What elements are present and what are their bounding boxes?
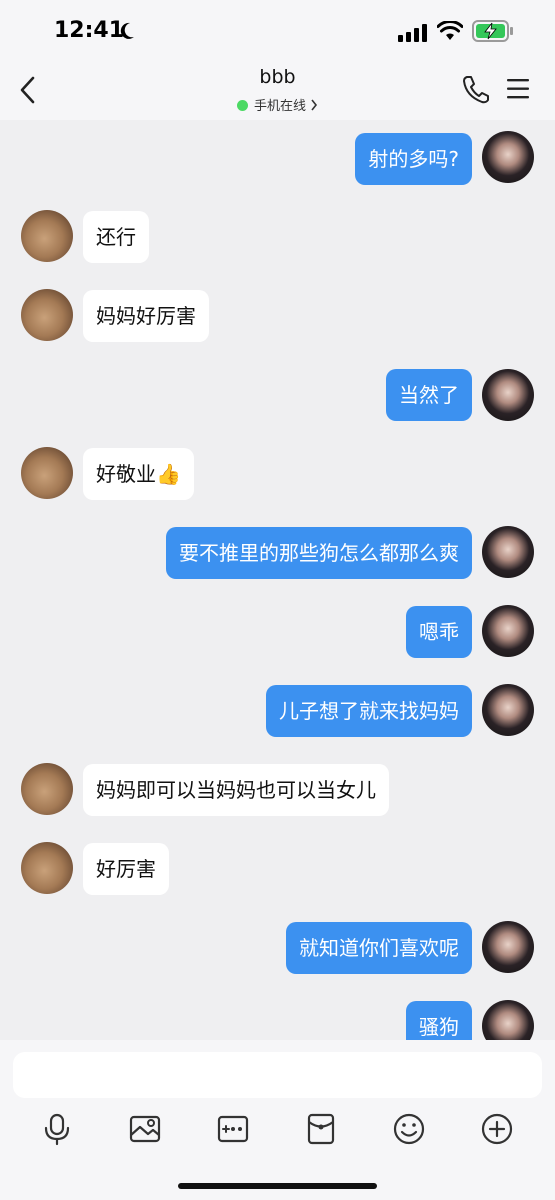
message-bubble-incoming[interactable]: 好厉害 (83, 843, 169, 895)
my-avatar[interactable] (482, 526, 534, 578)
message-bubble-outgoing[interactable]: 射的多吗? (355, 133, 472, 185)
message-bubble-incoming[interactable]: 妈妈好厉害 (83, 290, 209, 342)
message-bubble-incoming[interactable]: 好敬业👍 (83, 448, 194, 500)
emoji-icon[interactable] (392, 1112, 426, 1146)
input-bar (0, 1040, 555, 1200)
message-input[interactable] (13, 1052, 542, 1098)
cellular-signal-icon (398, 24, 427, 42)
image-icon[interactable] (128, 1112, 162, 1146)
menu-icon[interactable] (507, 78, 531, 100)
message-bubble-outgoing[interactable]: 嗯乖 (406, 606, 472, 658)
chevron-right-icon (311, 99, 318, 111)
contact-avatar[interactable] (21, 447, 73, 499)
battery-charging-icon (472, 20, 513, 42)
my-avatar[interactable] (482, 921, 534, 973)
message-bubble-outgoing[interactable]: 儿子想了就来找妈妈 (266, 685, 472, 737)
online-dot-icon (236, 100, 248, 111)
message-bubble-outgoing[interactable]: 骚狗 (406, 1001, 472, 1040)
message-bubble-incoming[interactable]: 妈妈即可以当妈妈也可以当女儿 (83, 764, 389, 816)
my-avatar[interactable] (482, 131, 534, 183)
contact-avatar[interactable] (21, 289, 73, 341)
red-packet-icon[interactable] (304, 1112, 338, 1146)
contact-avatar[interactable] (21, 763, 73, 815)
contact-avatar[interactable] (21, 842, 73, 894)
status-time: 12:41 (54, 18, 125, 43)
online-status-label: 手机在线 (253, 99, 306, 114)
microphone-icon[interactable] (40, 1112, 74, 1146)
message-bubble-outgoing[interactable]: 要不推里的那些狗怎么都那么爽 (166, 527, 472, 579)
chat-header: bbb 手机在线 (0, 66, 555, 120)
contact-avatar[interactable] (21, 210, 73, 262)
my-avatar[interactable] (482, 684, 534, 736)
home-indicator[interactable] (178, 1183, 377, 1189)
message-bubble-outgoing[interactable]: 当然了 (386, 369, 472, 421)
phone-icon[interactable] (461, 74, 489, 104)
my-avatar[interactable] (482, 605, 534, 657)
message-bubble-outgoing[interactable]: 就知道你们喜欢呢 (286, 922, 472, 974)
plus-icon[interactable] (480, 1112, 514, 1146)
message-list[interactable]: 射的多吗? 还行 妈妈好厉害 当然了 好敬业👍 要不推里的那些狗怎么都那么爽 嗯… (0, 120, 555, 1040)
my-avatar[interactable] (482, 369, 534, 421)
status-bar: 12:41 (0, 0, 555, 66)
camera-icon[interactable] (216, 1112, 250, 1146)
my-avatar[interactable] (482, 1000, 534, 1040)
wifi-icon (437, 21, 463, 40)
moon-icon (120, 22, 134, 39)
message-bubble-incoming[interactable]: 还行 (83, 211, 149, 263)
